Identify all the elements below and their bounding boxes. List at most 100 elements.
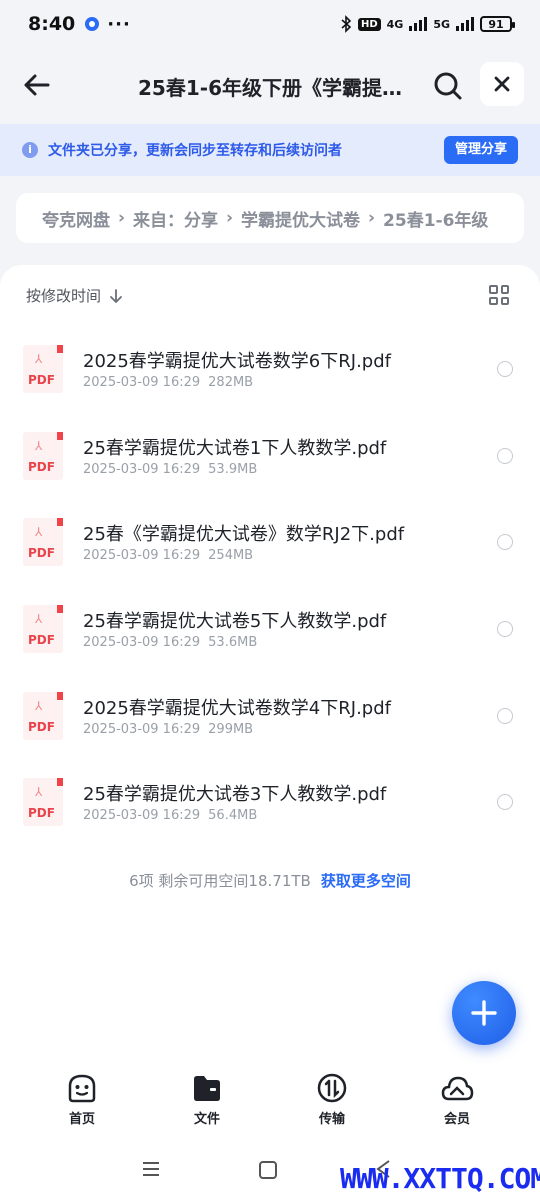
sort-label: 按修改时间 (26, 287, 102, 305)
arrow-down-icon (110, 288, 122, 303)
file-size: 299MB (208, 721, 254, 737)
breadcrumb-item[interactable]: 来自：分享 (133, 206, 218, 231)
select-radio[interactable] (497, 361, 513, 377)
pdf-file-icon: ⅄ PDF (23, 518, 63, 567)
file-meta: 2025-03-09 16:29 53.9MB (83, 462, 257, 477)
file-meta: 2025-03-09 16:29 53.6MB (83, 635, 257, 650)
info-icon: i (22, 142, 38, 158)
file-size: 254MB (208, 548, 254, 564)
close-icon (494, 76, 510, 92)
nav-item-home[interactable]: 首页 (42, 1072, 122, 1127)
select-radio[interactable] (497, 621, 513, 638)
file-date: 2025-03-09 16:29 (83, 461, 201, 477)
signal-5g-icon (456, 17, 474, 31)
file-name: 25春学霸提优大试卷5下人教数学.pdf (83, 611, 387, 633)
pdf-file-icon: ⅄ PDF (23, 345, 63, 393)
file-date: 2025-03-09 16:29 (83, 375, 201, 390)
menu-icon[interactable] (141, 1160, 161, 1178)
back-button[interactable] (20, 68, 54, 102)
add-button[interactable] (452, 981, 516, 1045)
select-radio[interactable] (497, 447, 513, 464)
storage-summary: 6项 剩余可用空间18.71TB 获取更多空间 (0, 870, 540, 891)
pdf-file-icon: ⅄ PDF (23, 431, 63, 480)
breadcrumb: 夸克网盘 › 来自：分享 › 学霸提优大试卷 › 25春1-6年级 (16, 193, 524, 243)
nav-label-vip: 会员 (443, 1112, 470, 1127)
file-meta: 2025-03-09 16:29 282MB (83, 375, 253, 390)
app-notification-icon (85, 17, 100, 31)
home-face-icon (68, 1074, 96, 1103)
file-date: 2025-03-09 16:29 (83, 548, 201, 564)
manage-share-button[interactable]: 管理分享 (443, 136, 518, 164)
breadcrumb-item[interactable]: 学霸提优大试卷 (241, 206, 360, 231)
file-sheet: 按修改时间 ⅄ PDF 2025春学霸提优大试卷数学6下RJ.pdf 2025-0… (0, 265, 540, 1200)
network-4g-label: 4G (386, 17, 404, 31)
status-bar: 8:40 ··· HD 4G 5G 91 (0, 0, 540, 48)
battery-icon: 91 (480, 16, 515, 32)
nav-label-transfer: 传输 (318, 1112, 345, 1127)
nav-item-transfer[interactable]: 传输 (292, 1072, 372, 1127)
breadcrumb-fade (484, 193, 524, 243)
close-button[interactable] (480, 62, 524, 106)
search-button[interactable] (432, 70, 464, 102)
share-notice-bar: i 文件夹已分享，更新会同步至转存和后续访问者 管理分享 (0, 124, 540, 176)
file-meta: 2025-03-09 16:29 56.4MB (83, 808, 257, 823)
signal-4g-icon (409, 17, 428, 31)
search-icon (434, 72, 462, 100)
file-size: 53.6MB (208, 635, 258, 651)
file-size: 282MB (208, 375, 254, 390)
file-row[interactable]: ⅄ PDF 25春学霸提优大试卷3下人教数学.pdf 2025-03-09 16:… (0, 758, 540, 845)
select-radio[interactable] (497, 534, 513, 551)
file-row[interactable]: ⅄ PDF 25春学霸提优大试卷1下人教数学.pdf 2025-03-09 16:… (0, 412, 540, 499)
grid-view-icon[interactable] (489, 285, 509, 305)
file-row[interactable]: ⅄ PDF 25春《学霸提优大试卷》数学RJ2下.pdf 2025-03-09 1… (0, 498, 540, 585)
sort-button[interactable]: 按修改时间 (26, 285, 123, 306)
chevron-right-icon: › (118, 208, 126, 228)
file-size: 53.9MB (208, 461, 258, 477)
nav-label-files: 文件 (193, 1112, 220, 1127)
file-meta: 2025-03-09 16:29 299MB (83, 722, 253, 737)
transfer-icon (317, 1073, 347, 1103)
pdf-file-icon: ⅄ PDF (23, 778, 63, 827)
get-more-space-link[interactable]: 获取更多空间 (321, 872, 411, 890)
nav-item-vip[interactable]: 会员 (417, 1072, 497, 1127)
nav-label-home: 首页 (68, 1112, 95, 1127)
hd-badge: HD (357, 17, 381, 31)
file-row[interactable]: ⅄ PDF 25春学霸提优大试卷5下人教数学.pdf 2025-03-09 16:… (0, 585, 540, 672)
file-row[interactable]: ⅄ PDF 2025春学霸提优大试卷数学4下RJ.pdf 2025-03-09 1… (0, 672, 540, 759)
select-radio[interactable] (497, 794, 513, 811)
more-notifications-icon: ··· (107, 13, 131, 35)
pdf-file-icon: ⅄ PDF (23, 605, 63, 654)
share-notice-text: 文件夹已分享，更新会同步至转存和后续访问者 (48, 143, 342, 159)
file-date: 2025-03-09 16:29 (83, 635, 201, 651)
file-meta: 2025-03-09 16:29 254MB (83, 548, 253, 563)
bottom-nav: 首页 文件 传输 会员 (0, 1072, 540, 1132)
chevron-right-icon: › (368, 208, 376, 228)
file-name: 25春学霸提优大试卷3下人教数学.pdf (83, 784, 387, 806)
select-radio[interactable] (497, 707, 513, 724)
chevron-right-icon: › (226, 208, 234, 228)
pdf-file-icon: ⅄ PDF (23, 691, 63, 740)
storage-summary-text: 6项 剩余可用空间18.71TB (129, 872, 311, 890)
file-list: ⅄ PDF 2025春学霸提优大试卷数学6下RJ.pdf 2025-03-09 1… (0, 325, 540, 845)
plus-icon (471, 1000, 497, 1026)
status-time: 8:40 (28, 13, 76, 35)
breadcrumb-item[interactable]: 25春1-6年级 (383, 206, 488, 231)
file-name: 2025春学霸提优大试卷数学4下RJ.pdf (83, 697, 391, 719)
network-5g-label: 5G (433, 17, 450, 31)
arrow-left-icon (24, 74, 50, 96)
cloud-icon (441, 1076, 474, 1101)
file-name: 25春《学霸提优大试卷》数学RJ2下.pdf (83, 524, 405, 546)
file-size: 56.4MB (208, 808, 258, 824)
nav-item-files[interactable]: 文件 (167, 1072, 247, 1127)
home-square-icon[interactable] (258, 1160, 278, 1180)
watermark: WWW.XXTTQ.COM (340, 1162, 540, 1195)
folder-icon (194, 1076, 220, 1101)
breadcrumb-item[interactable]: 夸克网盘 (42, 206, 110, 231)
file-row[interactable]: ⅄ PDF 2025春学霸提优大试卷数学6下RJ.pdf 2025-03-09 1… (0, 325, 540, 412)
page-title: 25春1-6年级下册《学霸提… (138, 76, 402, 100)
file-date: 2025-03-09 16:29 (83, 721, 201, 737)
bluetooth-icon (341, 15, 352, 33)
header: 25春1-6年级下册《学霸提… (0, 48, 540, 122)
file-name: 25春学霸提优大试卷1下人教数学.pdf (83, 437, 387, 459)
file-date: 2025-03-09 16:29 (83, 808, 201, 824)
